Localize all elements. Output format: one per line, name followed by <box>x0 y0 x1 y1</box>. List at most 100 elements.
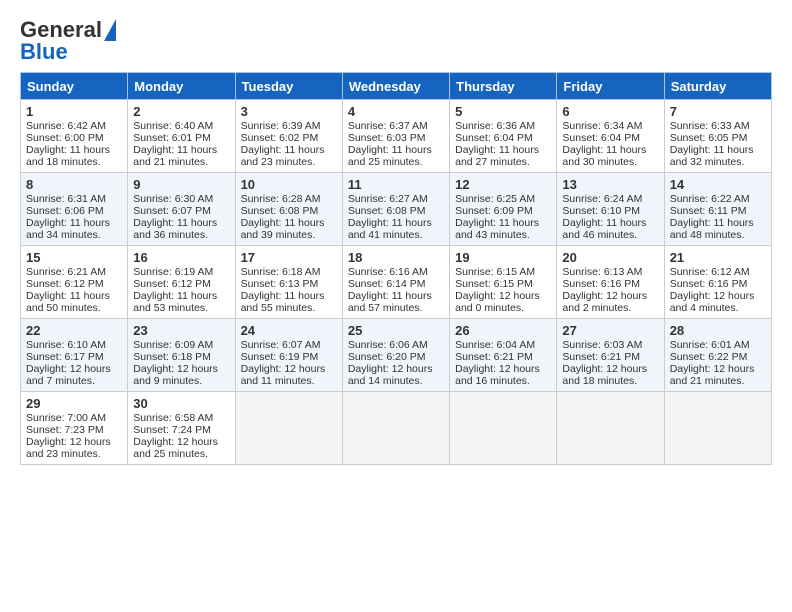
daylight-text: Daylight: 12 hours and 21 minutes. <box>670 363 755 387</box>
day-number: 7 <box>670 104 766 119</box>
sunset-text: Sunset: 6:09 PM <box>455 205 533 217</box>
calendar-cell: 20Sunrise: 6:13 AMSunset: 6:16 PMDayligh… <box>557 246 664 319</box>
calendar-week-row: 8Sunrise: 6:31 AMSunset: 6:06 PMDaylight… <box>21 173 772 246</box>
calendar-cell: 16Sunrise: 6:19 AMSunset: 6:12 PMDayligh… <box>128 246 235 319</box>
sunrise-text: Sunrise: 6:19 AM <box>133 266 213 278</box>
day-number: 12 <box>455 177 551 192</box>
daylight-text: Daylight: 12 hours and 16 minutes. <box>455 363 540 387</box>
calendar-week-row: 15Sunrise: 6:21 AMSunset: 6:12 PMDayligh… <box>21 246 772 319</box>
sunset-text: Sunset: 6:16 PM <box>562 278 640 290</box>
calendar-week-row: 22Sunrise: 6:10 AMSunset: 6:17 PMDayligh… <box>21 319 772 392</box>
calendar-cell: 14Sunrise: 6:22 AMSunset: 6:11 PMDayligh… <box>664 173 771 246</box>
sunset-text: Sunset: 6:01 PM <box>133 132 211 144</box>
calendar-cell: 4Sunrise: 6:37 AMSunset: 6:03 PMDaylight… <box>342 100 449 173</box>
sunrise-text: Sunrise: 6:01 AM <box>670 339 750 351</box>
daylight-text: Daylight: 12 hours and 25 minutes. <box>133 436 218 460</box>
daylight-text: Daylight: 11 hours and 48 minutes. <box>670 217 754 241</box>
sunset-text: Sunset: 6:08 PM <box>348 205 426 217</box>
calendar-cell <box>664 392 771 465</box>
sunset-text: Sunset: 6:11 PM <box>670 205 747 217</box>
sunset-text: Sunset: 6:18 PM <box>133 351 211 363</box>
sunrise-text: Sunrise: 6:37 AM <box>348 120 428 132</box>
sunrise-text: Sunrise: 6:18 AM <box>241 266 321 278</box>
daylight-text: Daylight: 11 hours and 50 minutes. <box>26 290 110 314</box>
sunset-text: Sunset: 6:14 PM <box>348 278 426 290</box>
day-number: 14 <box>670 177 766 192</box>
sunrise-text: Sunrise: 6:40 AM <box>133 120 213 132</box>
calendar-cell <box>450 392 557 465</box>
daylight-text: Daylight: 11 hours and 53 minutes. <box>133 290 217 314</box>
calendar-cell: 25Sunrise: 6:06 AMSunset: 6:20 PMDayligh… <box>342 319 449 392</box>
sunrise-text: Sunrise: 6:24 AM <box>562 193 642 205</box>
calendar-cell <box>342 392 449 465</box>
sunset-text: Sunset: 6:02 PM <box>241 132 319 144</box>
calendar-cell: 11Sunrise: 6:27 AMSunset: 6:08 PMDayligh… <box>342 173 449 246</box>
daylight-text: Daylight: 12 hours and 4 minutes. <box>670 290 755 314</box>
weekday-header-monday: Monday <box>128 73 235 100</box>
sunset-text: Sunset: 6:12 PM <box>133 278 211 290</box>
calendar-cell <box>557 392 664 465</box>
sunrise-text: Sunrise: 6:09 AM <box>133 339 213 351</box>
sunrise-text: Sunrise: 6:39 AM <box>241 120 321 132</box>
sunset-text: Sunset: 6:10 PM <box>562 205 640 217</box>
calendar-cell: 6Sunrise: 6:34 AMSunset: 6:04 PMDaylight… <box>557 100 664 173</box>
calendar-cell: 1Sunrise: 6:42 AMSunset: 6:00 PMDaylight… <box>21 100 128 173</box>
day-number: 2 <box>133 104 229 119</box>
daylight-text: Daylight: 12 hours and 18 minutes. <box>562 363 647 387</box>
day-number: 1 <box>26 104 122 119</box>
calendar-cell: 7Sunrise: 6:33 AMSunset: 6:05 PMDaylight… <box>664 100 771 173</box>
weekday-header-friday: Friday <box>557 73 664 100</box>
calendar-cell: 18Sunrise: 6:16 AMSunset: 6:14 PMDayligh… <box>342 246 449 319</box>
daylight-text: Daylight: 12 hours and 0 minutes. <box>455 290 540 314</box>
daylight-text: Daylight: 11 hours and 41 minutes. <box>348 217 432 241</box>
day-number: 24 <box>241 323 337 338</box>
calendar-week-row: 1Sunrise: 6:42 AMSunset: 6:00 PMDaylight… <box>21 100 772 173</box>
daylight-text: Daylight: 12 hours and 9 minutes. <box>133 363 218 387</box>
calendar-cell: 28Sunrise: 6:01 AMSunset: 6:22 PMDayligh… <box>664 319 771 392</box>
weekday-header-tuesday: Tuesday <box>235 73 342 100</box>
day-number: 13 <box>562 177 658 192</box>
day-number: 6 <box>562 104 658 119</box>
day-number: 22 <box>26 323 122 338</box>
logo: General Blue <box>20 18 116 64</box>
daylight-text: Daylight: 11 hours and 55 minutes. <box>241 290 325 314</box>
sunset-text: Sunset: 6:21 PM <box>455 351 533 363</box>
day-number: 27 <box>562 323 658 338</box>
day-number: 23 <box>133 323 229 338</box>
daylight-text: Daylight: 11 hours and 32 minutes. <box>670 144 754 168</box>
daylight-text: Daylight: 11 hours and 21 minutes. <box>133 144 217 168</box>
daylight-text: Daylight: 12 hours and 14 minutes. <box>348 363 433 387</box>
day-number: 28 <box>670 323 766 338</box>
day-number: 5 <box>455 104 551 119</box>
page: General Blue SundayMondayTuesdayWednesda… <box>0 0 792 483</box>
calendar-cell: 23Sunrise: 6:09 AMSunset: 6:18 PMDayligh… <box>128 319 235 392</box>
logo-triangle-icon <box>104 19 116 41</box>
day-number: 29 <box>26 396 122 411</box>
sunset-text: Sunset: 6:08 PM <box>241 205 319 217</box>
day-number: 21 <box>670 250 766 265</box>
daylight-text: Daylight: 11 hours and 36 minutes. <box>133 217 217 241</box>
sunset-text: Sunset: 6:05 PM <box>670 132 748 144</box>
sunrise-text: Sunrise: 6:30 AM <box>133 193 213 205</box>
day-number: 4 <box>348 104 444 119</box>
day-number: 26 <box>455 323 551 338</box>
sunset-text: Sunset: 6:03 PM <box>348 132 426 144</box>
sunrise-text: Sunrise: 6:15 AM <box>455 266 535 278</box>
weekday-header-row: SundayMondayTuesdayWednesdayThursdayFrid… <box>21 73 772 100</box>
calendar-cell: 3Sunrise: 6:39 AMSunset: 6:02 PMDaylight… <box>235 100 342 173</box>
sunset-text: Sunset: 6:04 PM <box>562 132 640 144</box>
sunrise-text: Sunrise: 6:36 AM <box>455 120 535 132</box>
day-number: 25 <box>348 323 444 338</box>
sunrise-text: Sunrise: 6:33 AM <box>670 120 750 132</box>
sunset-text: Sunset: 6:04 PM <box>455 132 533 144</box>
daylight-text: Daylight: 12 hours and 7 minutes. <box>26 363 111 387</box>
sunset-text: Sunset: 6:00 PM <box>26 132 104 144</box>
calendar-week-row: 29Sunrise: 7:00 AMSunset: 7:23 PMDayligh… <box>21 392 772 465</box>
day-number: 9 <box>133 177 229 192</box>
daylight-text: Daylight: 11 hours and 57 minutes. <box>348 290 432 314</box>
day-number: 3 <box>241 104 337 119</box>
calendar-cell: 9Sunrise: 6:30 AMSunset: 6:07 PMDaylight… <box>128 173 235 246</box>
daylight-text: Daylight: 11 hours and 23 minutes. <box>241 144 325 168</box>
day-number: 19 <box>455 250 551 265</box>
sunrise-text: Sunrise: 6:28 AM <box>241 193 321 205</box>
